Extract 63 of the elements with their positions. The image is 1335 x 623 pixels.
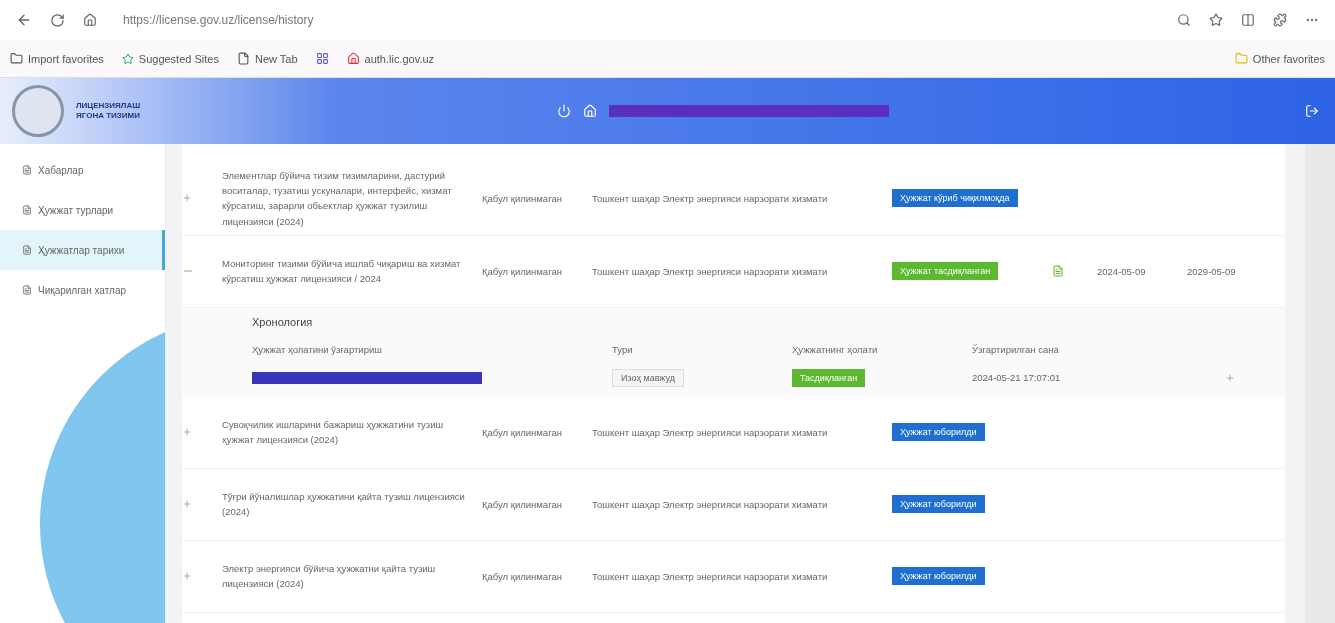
logo-emblem [12,85,64,137]
table-cell-text: Элементлар бўйича тизим тизимларини, дастурий воситалар, тузатиш ускуналари, интерфейс, хизмат кўрсатиш, зарарли обьектлар ҳужжат тузилиш лицензияси (2024) [222,169,453,229]
logo-text: ЛИЦЕНЗИЯЛАШ ЯГОНА ТИЗИМИ [76,100,141,122]
table-cell-text: Тошкент шаҳар Электр энергияси нарзорати хизмати [592,191,829,206]
favorite-link[interactable]: Import favorites [28,52,104,65]
column-header: Ўзгартирилган сана [972,343,1060,355]
table-cell-text: Электр энергияси бўйича ҳужжатни қайта тузиш лицензияси (2024) [222,562,437,592]
app-icon [315,52,329,65]
table-cell-text: Тошкент шаҳар Электр энергияси нарзорати хизмати [592,569,829,584]
folder-icon [10,52,23,65]
favorite-link[interactable]: New Tab [254,52,298,65]
document-icon [22,165,32,175]
table-cell-text: Сувоқчилик ишларини бажариш ҳужжатини тузиш ҳужжат лицензияси (2024) [222,418,445,448]
sidebar-item[interactable]: Чиқарилган хатлар [0,270,165,310]
column-header: Ҳужжатнинг ҳолати [792,343,879,355]
table-cell-text: Тошкент шаҳар Электр энергияси нарзорати хизмати [592,497,829,512]
table-cell-text: 2029-05-09 [1187,264,1237,279]
split-screen-icon[interactable] [1241,13,1255,27]
table-cell-text: Тошкент шаҳар Электр энергияси нарзорати хизмати [592,425,829,440]
reload-icon[interactable] [50,12,65,28]
home-icon[interactable] [83,13,97,27]
status-badge: Ҳужжат кўриб чиқилмоқда [892,189,1018,208]
document-icon [22,285,32,295]
sidebar-item[interactable]: Ҳужжат турлари [0,190,165,230]
extensions-icon[interactable] [1273,13,1287,27]
table-cell-text: Тошкент шаҳар Электр энергияси нарзорати хизмати [592,264,829,279]
table-cell-text: Мониторинг тизими бўйича ишлаб чиқариш ва хизмат кўрсатиш ҳужжат лицензияси / 2024 [222,257,462,287]
table-cell-text: Қабул қилинмаган [482,191,563,206]
column-header: Тури [612,343,634,355]
status-badge: Ҳужжат юборилди [892,495,985,514]
status-badge: Тасдиқланган [792,368,866,387]
favorite-link[interactable]: Suggested Sites [138,52,219,65]
table-cell-text: Қабул қилинмаган [482,425,563,440]
sidebar-item[interactable]: Хабарлар [0,150,165,190]
page-icon [236,52,250,65]
favorite-link[interactable]: Other favorites [1252,52,1325,65]
section-title: Хронология [252,315,314,328]
status-badge: Ҳужжат тасдиқланган [892,262,999,281]
document-icon [22,205,32,215]
status-badge: Ҳужжат юборилди [892,567,985,586]
table-cell-text: 2024-05-09 [1097,264,1147,279]
star-icon [121,52,134,65]
favorite-link[interactable]: auth.lic.gov.uz [364,52,435,65]
address-bar[interactable]: https://license.gov.uz/license/history [115,9,1159,31]
table-cell-text: 2024-05-21 17:07:01 [972,372,1062,384]
table-cell-text: Қабул қилинмаган [482,497,563,512]
sidebar-item[interactable]: Ҳужжатлар тарихи [0,230,165,270]
folder-icon [1234,52,1248,65]
column-header: Ҳужжат ҳолатини ўзгартириш [252,343,383,355]
document-icon[interactable] [1052,265,1064,278]
back-icon[interactable] [16,12,32,28]
table-cell-text: Тўғри йўналишлар ҳужжатини қайта тузиш лицензияси (2024) [222,490,466,520]
site-icon [346,52,360,65]
logout-icon[interactable] [1305,104,1319,118]
table-cell-text: Қабул қилинмаган [482,569,563,584]
type-tag: Изоҳ мавжуд [612,368,684,387]
status-badge: Ҳужжат юборилди [892,423,985,442]
table-cell-text: Қабул қилинмаган [482,264,563,279]
document-icon [22,245,32,255]
star-icon[interactable] [1209,13,1223,27]
scrollbar-track[interactable] [1305,144,1335,623]
search-icon[interactable] [1177,13,1191,27]
power-icon[interactable] [556,104,571,118]
